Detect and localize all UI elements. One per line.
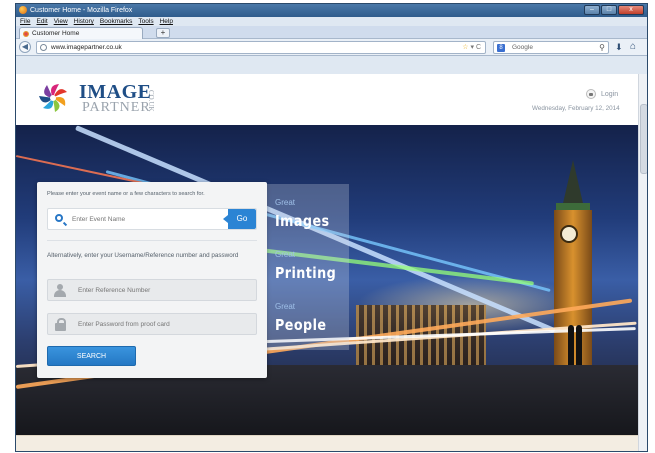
event-search-panel: Please enter your event name or a few ch…: [37, 182, 267, 378]
tab-bar: Customer Home +: [16, 26, 647, 39]
navigation-bar: ◀ www.imagepartner.co.uk ☆ ▾ C 8 Google …: [16, 39, 647, 56]
tagline-small: Great: [275, 250, 296, 259]
password-field: [47, 313, 257, 335]
back-button[interactable]: ◀: [19, 41, 31, 53]
logo-swirl-icon: [39, 84, 67, 112]
menu-bookmarks[interactable]: Bookmarks: [100, 17, 133, 26]
search-button[interactable]: SEARCH: [47, 346, 136, 366]
site-favicon-icon: [23, 31, 29, 37]
reference-field: [47, 279, 257, 301]
event-name-input[interactable]: [72, 213, 222, 226]
vertical-scrollbar[interactable]: [638, 74, 647, 451]
reference-number-input[interactable]: [78, 284, 248, 297]
site-header: IMAGE PARTNER CO.UK Login Wednesday, Feb…: [16, 74, 638, 125]
divider: [47, 240, 257, 241]
url-actions[interactable]: ☆ ▾ C: [462, 42, 481, 53]
tagline-images: Images: [275, 212, 330, 230]
google-icon[interactable]: 8: [497, 44, 505, 52]
tagline-printing: Printing: [275, 264, 337, 282]
firefox-icon: [19, 6, 27, 14]
footer-strip: [16, 435, 638, 451]
event-search-prompt: Please enter your event name or a few ch…: [47, 191, 205, 197]
tagline-people: People: [275, 316, 327, 334]
minimize-button[interactable]: –: [584, 5, 600, 15]
globe-icon: [40, 44, 47, 51]
scrollbar-thumb[interactable]: [640, 104, 647, 174]
reference-prompt: Alternatively, enter your Username/Refer…: [47, 252, 239, 259]
maximize-button[interactable]: □: [601, 5, 617, 15]
login-label: Login: [600, 90, 619, 98]
browser-window: Customer Home - Mozilla Firefox – □ x Fi…: [15, 3, 648, 452]
user-icon: [51, 283, 69, 297]
logo-text-couk: CO.UK: [147, 90, 155, 112]
menu-bar: File Edit View History Bookmarks Tools H…: [16, 17, 647, 26]
logo-text-partner: PARTNER: [82, 100, 151, 115]
padlock-icon: [51, 317, 69, 331]
tab-customer-home[interactable]: Customer Home: [19, 27, 143, 39]
title-bar: Customer Home - Mozilla Firefox – □ x: [16, 4, 647, 17]
pedestrian-silhouette: [576, 325, 582, 365]
search-icon: [55, 214, 63, 222]
tagline-small: Great: [275, 302, 296, 311]
url-bar[interactable]: www.imagepartner.co.uk ☆ ▾ C: [36, 41, 486, 54]
menu-help[interactable]: Help: [160, 17, 173, 26]
menu-history[interactable]: History: [74, 17, 94, 26]
lock-icon: [586, 89, 596, 99]
login-link[interactable]: Login: [586, 89, 618, 99]
tab-label: Customer Home: [32, 30, 80, 37]
reload-icon[interactable]: ▾ C: [470, 44, 481, 51]
page-viewport: IMAGE PARTNER CO.UK Login Wednesday, Feb…: [16, 74, 638, 451]
go-button[interactable]: Go: [223, 209, 256, 229]
menu-edit[interactable]: Edit: [36, 17, 47, 26]
pedestrian-silhouette: [568, 325, 574, 365]
bookmark-star-icon[interactable]: ☆: [462, 44, 468, 51]
tagline-panel: Great Images Great Printing Great People: [267, 184, 349, 350]
download-icon[interactable]: ⬇: [615, 42, 623, 53]
search-bar-placeholder: Google: [512, 44, 533, 51]
current-date: Wednesday, February 12, 2014: [532, 105, 620, 112]
home-icon[interactable]: ⌂: [630, 41, 636, 52]
window-title: Customer Home - Mozilla Firefox: [30, 7, 133, 14]
password-input[interactable]: [78, 318, 248, 331]
menu-tools[interactable]: Tools: [138, 17, 153, 26]
clock-face: [560, 225, 578, 243]
window-controls: – □ x: [584, 5, 644, 15]
url-text: www.imagepartner.co.uk: [51, 44, 122, 51]
menu-file[interactable]: File: [20, 17, 30, 26]
menu-view[interactable]: View: [54, 17, 68, 26]
search-bar[interactable]: 8 Google ⚲: [493, 41, 609, 54]
close-button[interactable]: x: [618, 5, 644, 15]
tagline-small: Great: [275, 198, 296, 207]
event-search-field: Go: [47, 208, 257, 230]
hero-banner: Please enter your event name or a few ch…: [16, 125, 638, 435]
new-tab-button[interactable]: +: [156, 28, 170, 38]
magnifier-icon[interactable]: ⚲: [599, 42, 605, 53]
